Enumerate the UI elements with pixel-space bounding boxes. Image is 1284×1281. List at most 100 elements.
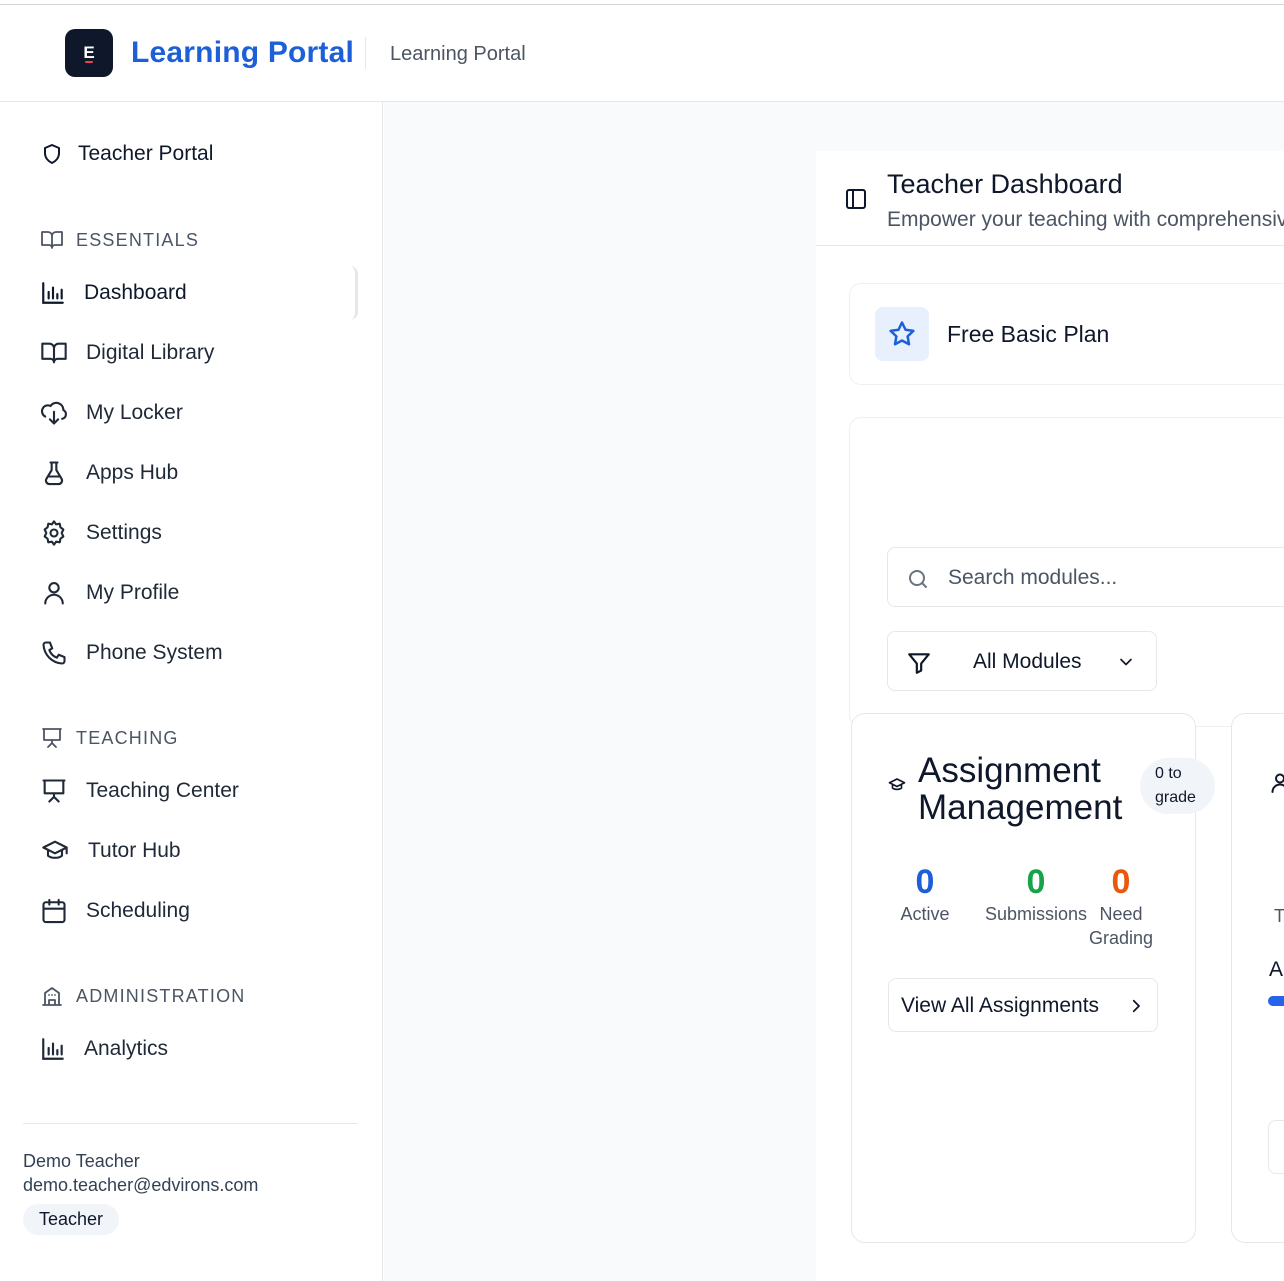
breadcrumb: Learning Portal xyxy=(390,43,526,65)
bar-chart-icon xyxy=(42,282,64,304)
secondary-stat-label: T xyxy=(1274,906,1284,926)
sidebar-item-label: My Profile xyxy=(86,581,180,604)
building-icon xyxy=(42,987,62,1006)
role-badge: Teacher xyxy=(23,1204,120,1235)
sidebar-item-digital-library[interactable]: Digital Library xyxy=(30,326,358,380)
sidebar-item-dashboard[interactable]: Dashboard xyxy=(30,266,358,320)
section-teaching: TEACHING xyxy=(40,726,179,750)
sidebar-item-label: Scheduling xyxy=(86,899,190,922)
sidebar-item-analytics[interactable]: Analytics xyxy=(30,1022,358,1076)
plan-icon-box xyxy=(875,307,929,361)
app-logo[interactable]: E xyxy=(65,29,113,77)
app-title[interactable]: Learning Portal xyxy=(131,36,354,70)
sidebar-item-label: Phone System xyxy=(86,641,223,664)
secondary-progress-bar xyxy=(1268,996,1284,1006)
app-header: E Learning Portal Learning Portal xyxy=(0,5,1284,102)
to-grade-badge: 0 to grade xyxy=(1140,758,1215,814)
phone-icon xyxy=(42,641,66,665)
book-open-icon xyxy=(41,342,67,364)
stat-need-grading: 0 Need Grading xyxy=(1086,862,1156,950)
sidebar-item-teaching-center[interactable]: Teaching Center xyxy=(30,764,358,818)
logo-accent xyxy=(85,61,93,63)
main-content: Teacher Dashboard Empower your teaching … xyxy=(384,102,1284,1281)
search-icon xyxy=(909,570,927,588)
stat-need-grading-value: 0 xyxy=(1111,863,1131,901)
presentation-icon xyxy=(42,779,66,803)
badge-line2: grade xyxy=(1155,789,1196,806)
sidebar-item-label: Analytics xyxy=(84,1037,169,1060)
sidebar-item-label: Digital Library xyxy=(86,341,215,364)
search-input[interactable]: Search modules... xyxy=(887,547,1284,607)
sidebar-divider xyxy=(23,1123,358,1124)
section-essentials-label: ESSENTIALS xyxy=(76,229,200,250)
page-title: Teacher Dashboard xyxy=(887,169,1123,199)
section-essentials: ESSENTIALS xyxy=(40,228,199,252)
secondary-stats-card: T A xyxy=(1231,713,1284,1243)
view-all-assignments-button[interactable]: View All Assignments xyxy=(888,978,1158,1032)
portal-label: Teacher Portal xyxy=(78,142,214,165)
sidebar-item-tutor-hub[interactable]: Tutor Hub xyxy=(30,824,358,878)
sidebar-item-label: Settings xyxy=(86,521,162,544)
assignment-title-line2: Management xyxy=(918,788,1123,827)
calendar-icon xyxy=(42,898,66,924)
chevron-down-icon xyxy=(1120,658,1132,666)
secondary-progress-label: A xyxy=(1269,958,1284,981)
bar-chart-icon xyxy=(42,1038,64,1060)
assignment-management-card: Assignment Management 0 to grade 0 Activ… xyxy=(851,713,1215,1243)
sidebar-item-label: Tutor Hub xyxy=(88,839,181,862)
filter-icon xyxy=(908,653,930,674)
stat-submissions: 0 Submissions xyxy=(982,862,1090,926)
book-open-icon xyxy=(41,231,63,249)
sidebar-item-label: Teaching Center xyxy=(86,779,239,802)
section-administration: ADMINISTRATION xyxy=(40,984,245,1008)
sidebar-item-label: Dashboard xyxy=(84,281,187,304)
header-divider xyxy=(365,37,366,69)
stat-active: 0 Active xyxy=(892,862,958,926)
sidebar-item-my-locker[interactable]: My Locker xyxy=(30,386,358,440)
stat-need-grading-label-2: Grading xyxy=(1088,928,1154,948)
sidebar: Teacher Portal ESSENTIALS Dashboard Digi… xyxy=(0,102,383,1281)
presentation-icon xyxy=(42,728,62,748)
plan-card: Free Basic Plan xyxy=(849,283,1284,385)
sidebar-item-label: My Locker xyxy=(86,401,183,424)
search-placeholder: Search modules... xyxy=(948,566,1118,589)
section-administration-label: ADMINISTRATION xyxy=(76,985,246,1006)
user-name: Demo Teacher xyxy=(23,1151,140,1171)
graduation-cap-icon xyxy=(42,840,68,859)
sidebar-item-scheduling[interactable]: Scheduling xyxy=(30,884,358,938)
user-icon xyxy=(44,582,64,605)
stat-submissions-value: 0 xyxy=(1026,863,1046,901)
user-icon xyxy=(1271,773,1284,793)
stat-need-grading-label-1: Need xyxy=(1099,904,1143,924)
filter-selected-value: All Modules xyxy=(973,650,1082,673)
sidebar-item-label: Apps Hub xyxy=(86,461,179,484)
stat-submissions-label: Submissions xyxy=(984,904,1088,924)
badge-line1: 0 to xyxy=(1155,765,1182,782)
module-filter-card: Search modules... All Modules xyxy=(849,417,1284,727)
secondary-card-button[interactable] xyxy=(1268,1120,1284,1174)
shield-icon xyxy=(44,144,60,164)
stat-active-value: 0 xyxy=(915,863,935,901)
sidebar-item-phone-system[interactable]: Phone System xyxy=(30,626,358,680)
sidebar-item-apps-hub[interactable]: Apps Hub xyxy=(30,446,358,500)
sidebar-item-my-profile[interactable]: My Profile xyxy=(30,566,358,620)
section-teaching-label: TEACHING xyxy=(76,727,179,748)
stat-active-label: Active xyxy=(900,904,950,924)
graduation-cap-icon xyxy=(888,778,906,791)
portal-heading: Teacher Portal xyxy=(40,142,213,166)
gear-icon xyxy=(43,520,65,546)
dashboard-header: Teacher Dashboard Empower your teaching … xyxy=(816,151,1284,246)
cloud-download-icon xyxy=(41,401,67,425)
sidebar-toggle-icon[interactable] xyxy=(844,187,868,211)
page-subtitle: Empower your teaching with comprehensiv xyxy=(887,208,1284,231)
sidebar-item-settings[interactable]: Settings xyxy=(30,506,358,560)
flask-icon xyxy=(44,461,64,486)
chevron-right-icon xyxy=(1132,999,1140,1013)
plan-name: Free Basic Plan xyxy=(947,321,1110,347)
assignment-title-line1: Assignment xyxy=(918,751,1101,790)
logo-letter: E xyxy=(83,43,95,62)
star-icon xyxy=(889,321,915,346)
user-email: demo.teacher@edvirons.com xyxy=(23,1175,259,1195)
module-filter-select[interactable]: All Modules xyxy=(887,631,1157,691)
view-all-label: View All Assignments xyxy=(901,994,1100,1017)
